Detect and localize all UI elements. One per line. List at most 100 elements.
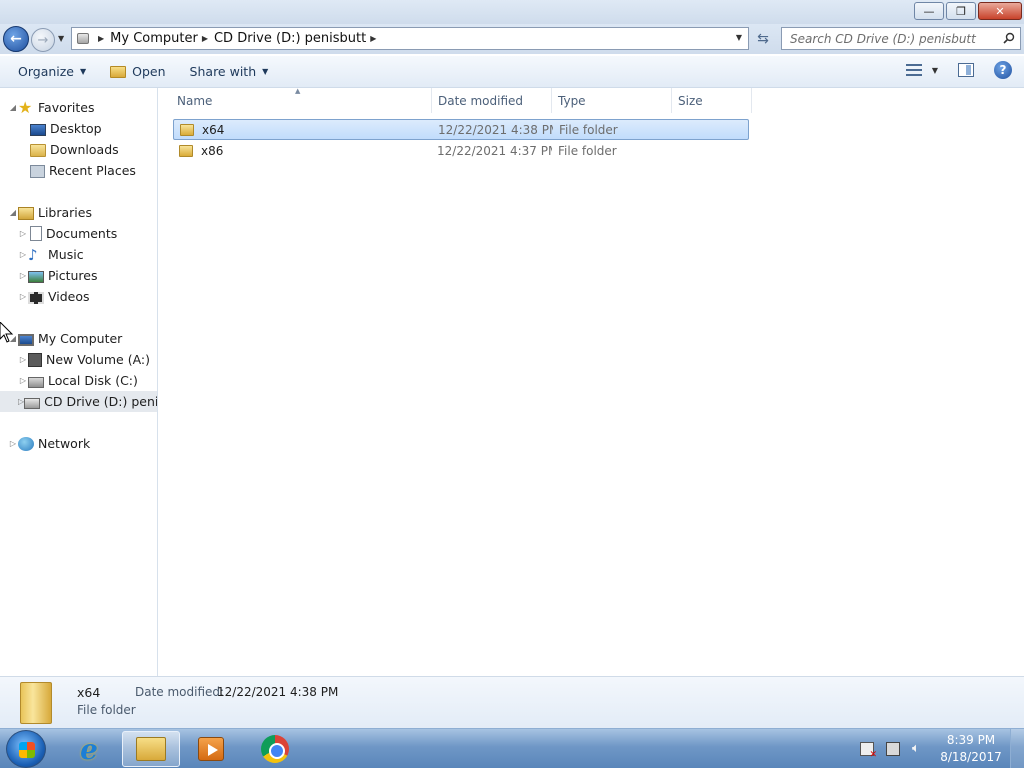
tree-item-pictures[interactable]: ▷ Pictures bbox=[18, 265, 98, 286]
search-input[interactable] bbox=[790, 31, 1000, 46]
details-item-name: x64 bbox=[77, 685, 101, 700]
organize-label: Organize bbox=[18, 64, 74, 79]
forward-arrow-icon: → bbox=[37, 32, 49, 48]
tree-network[interactable]: ▷ Network bbox=[8, 433, 90, 454]
tree-label: Libraries bbox=[38, 205, 92, 220]
breadcrumb-my-computer[interactable]: My Computer bbox=[110, 31, 198, 46]
windows-explorer-icon bbox=[136, 737, 166, 761]
star-icon: ★ bbox=[18, 97, 33, 117]
chevron-right-icon[interactable]: ▶ bbox=[370, 34, 376, 43]
tree-label: Network bbox=[38, 436, 91, 451]
tree-label: Recent Places bbox=[49, 163, 136, 178]
search-icon[interactable] bbox=[1003, 32, 1015, 44]
forward-button[interactable]: → bbox=[31, 28, 55, 52]
expand-icon[interactable]: ▷ bbox=[18, 292, 28, 301]
expand-icon[interactable]: ▷ bbox=[18, 271, 28, 280]
column-header-size[interactable]: Size bbox=[672, 88, 752, 113]
tree-item-downloads[interactable]: Downloads bbox=[30, 139, 119, 160]
column-header-date-modified[interactable]: Date modified bbox=[432, 88, 552, 113]
cd-drive-icon bbox=[72, 28, 94, 49]
recent-pages-dropdown-icon[interactable]: ▼ bbox=[58, 34, 64, 43]
folder-icon bbox=[180, 123, 194, 136]
libraries-icon bbox=[18, 207, 34, 220]
tree-label: Local Disk (C:) bbox=[48, 373, 138, 388]
expand-icon[interactable]: ▷ bbox=[18, 355, 28, 364]
column-header-name[interactable]: Name ▲ bbox=[171, 87, 432, 113]
chevron-down-icon: ▼ bbox=[80, 67, 87, 76]
network-icon bbox=[18, 437, 34, 451]
share-with-button[interactable]: Share with ▼ bbox=[178, 59, 281, 85]
tree-item-new-volume-a[interactable]: ▷ New Volume (A:) bbox=[18, 349, 150, 370]
chevron-right-icon[interactable]: ▶ bbox=[98, 34, 104, 43]
tree-item-videos[interactable]: ▷ Videos bbox=[18, 286, 90, 307]
file-row[interactable]: x86 12/22/2021 4:37 PM File folder bbox=[173, 140, 747, 161]
sort-ascending-icon: ▲ bbox=[295, 87, 301, 95]
chevron-right-icon[interactable]: ▶ bbox=[202, 34, 208, 43]
search-box[interactable] bbox=[781, 27, 1021, 50]
tree-item-documents[interactable]: ▷ Documents bbox=[18, 223, 117, 244]
system-tray: 🔈︎ 8:39 PM 8/18/2017 bbox=[860, 729, 1024, 768]
expand-icon[interactable]: ▷ bbox=[18, 250, 28, 259]
file-row[interactable]: x64 12/22/2021 4:38 PM File folder bbox=[173, 119, 749, 140]
navigation-pane[interactable]: ◢ ★ Favorites Desktop Downloads Recent P… bbox=[0, 88, 158, 676]
open-label: Open bbox=[132, 64, 166, 79]
file-name: x64 bbox=[202, 122, 225, 137]
action-center-flag-icon[interactable] bbox=[860, 742, 877, 760]
clock-date: 8/18/2017 bbox=[940, 750, 1002, 764]
tree-my-computer[interactable]: ◢ My Computer bbox=[8, 328, 122, 349]
file-list-pane[interactable]: Name ▲ Date modified Type Size x64 12/22… bbox=[159, 87, 1024, 676]
taskbar-windows-explorer[interactable] bbox=[122, 731, 180, 767]
network-status-icon[interactable] bbox=[886, 742, 900, 756]
preview-pane-icon[interactable] bbox=[958, 63, 974, 77]
address-bar[interactable]: ▶ My Computer ▶ CD Drive (D:) penisbutt … bbox=[71, 27, 749, 50]
tree-label: Music bbox=[48, 247, 84, 262]
desktop-icon bbox=[30, 123, 46, 136]
tree-item-cd-drive-d[interactable]: ▷ CD Drive (D:) penisb bbox=[0, 391, 157, 412]
view-dropdown-icon[interactable]: ▼ bbox=[932, 66, 938, 75]
details-item-type: File folder bbox=[77, 703, 136, 717]
computer-icon bbox=[18, 333, 34, 346]
tree-label: Videos bbox=[48, 289, 90, 304]
taskbar-chrome[interactable] bbox=[246, 731, 304, 767]
taskbar-internet-explorer[interactable]: e bbox=[60, 731, 118, 767]
documents-icon bbox=[30, 226, 42, 241]
tree-label: Pictures bbox=[48, 268, 98, 283]
file-date-modified: 12/22/2021 4:38 PM bbox=[438, 122, 553, 137]
tree-item-music[interactable]: ▷ ♪ Music bbox=[18, 244, 84, 265]
collapse-icon[interactable]: ◢ bbox=[8, 103, 18, 112]
open-folder-icon bbox=[110, 65, 127, 78]
taskbar-media-player[interactable] bbox=[182, 731, 240, 767]
file-date-modified: 12/22/2021 4:37 PM bbox=[437, 143, 552, 158]
change-view-icon[interactable] bbox=[905, 64, 922, 76]
tree-item-desktop[interactable]: Desktop bbox=[30, 118, 102, 139]
expand-icon[interactable]: ▷ bbox=[18, 376, 28, 385]
refresh-button[interactable]: ⇆ bbox=[751, 27, 775, 50]
close-button[interactable]: ✕ bbox=[978, 2, 1022, 20]
expand-icon[interactable]: ▷ bbox=[18, 229, 28, 238]
back-button[interactable]: ← bbox=[3, 26, 29, 52]
tree-favorites[interactable]: ◢ ★ Favorites bbox=[8, 97, 95, 118]
tree-item-recent-places[interactable]: Recent Places bbox=[30, 160, 136, 181]
share-with-label: Share with bbox=[189, 64, 257, 79]
restore-button[interactable]: ❐ bbox=[946, 2, 976, 20]
file-name-cell: x86 bbox=[173, 144, 431, 158]
column-header-label: Size bbox=[678, 93, 703, 108]
help-icon[interactable]: ? bbox=[994, 61, 1012, 79]
open-button[interactable]: Open bbox=[98, 59, 177, 85]
view-controls: ▼ ? bbox=[905, 61, 1012, 79]
hard-disk-icon bbox=[28, 376, 44, 388]
volume-icon[interactable]: 🔈︎ bbox=[912, 742, 926, 756]
minimize-button[interactable]: — bbox=[914, 2, 944, 20]
address-dropdown-icon[interactable]: ▼ bbox=[736, 33, 742, 42]
clock[interactable]: 8:39 PM 8/18/2017 bbox=[938, 732, 1004, 766]
show-desktop-button[interactable] bbox=[1010, 729, 1024, 768]
details-date-modified-value: 12/22/2021 4:38 PM bbox=[217, 685, 339, 699]
start-button[interactable] bbox=[6, 730, 46, 768]
breadcrumb-cd-drive[interactable]: CD Drive (D:) penisbutt bbox=[214, 31, 366, 46]
tree-libraries[interactable]: ◢ Libraries bbox=[8, 202, 92, 223]
collapse-icon[interactable]: ◢ bbox=[8, 208, 18, 217]
column-header-type[interactable]: Type bbox=[552, 88, 672, 113]
tree-item-local-disk-c[interactable]: ▷ Local Disk (C:) bbox=[18, 370, 138, 391]
expand-icon[interactable]: ▷ bbox=[8, 439, 18, 448]
organize-button[interactable]: Organize ▼ bbox=[0, 59, 98, 85]
